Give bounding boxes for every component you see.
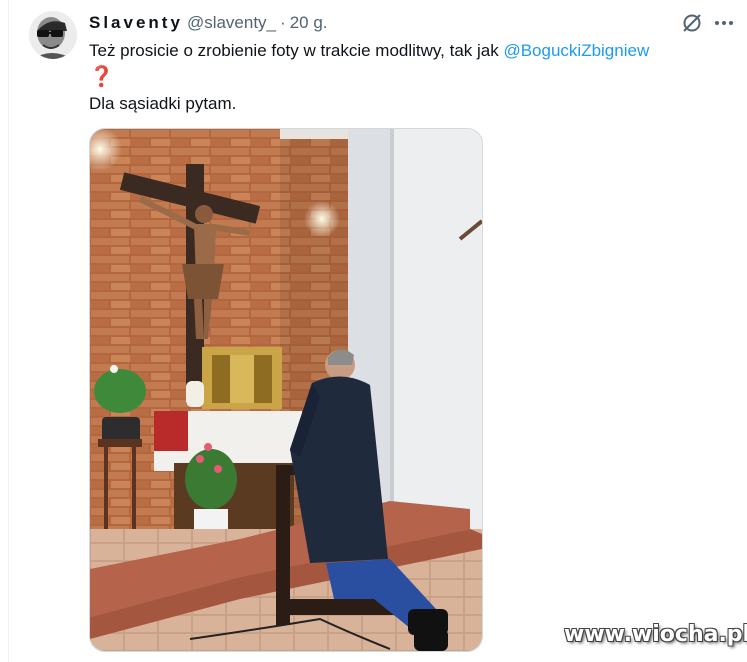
tweet-text: Też prosicie o zrobienie foty w trakcie … bbox=[89, 38, 739, 117]
grok-icon[interactable] bbox=[680, 11, 704, 35]
watermark: www.wiocha.pl bbox=[564, 622, 747, 647]
tweet-text-line1: Też prosicie o zrobienie foty w trakcie … bbox=[89, 41, 504, 60]
tweet-header: Slaventy @slaventy_ · 20 g. bbox=[89, 12, 328, 34]
timestamp[interactable]: 20 g. bbox=[290, 13, 328, 33]
tweet-text-line2: Dla sąsiadki pytam. bbox=[89, 94, 237, 113]
display-name[interactable]: Slaventy bbox=[89, 13, 183, 33]
question-emoji: ❓ bbox=[89, 66, 114, 88]
tweet-photo[interactable] bbox=[89, 128, 483, 652]
more-icon[interactable] bbox=[712, 11, 736, 35]
mention-link[interactable]: @BoguckiZbigniew bbox=[503, 41, 649, 60]
separator-dot: · bbox=[280, 13, 286, 32]
user-handle[interactable]: @slaventy_ bbox=[187, 13, 276, 33]
thread-divider bbox=[8, 0, 9, 662]
avatar[interactable] bbox=[29, 11, 77, 59]
